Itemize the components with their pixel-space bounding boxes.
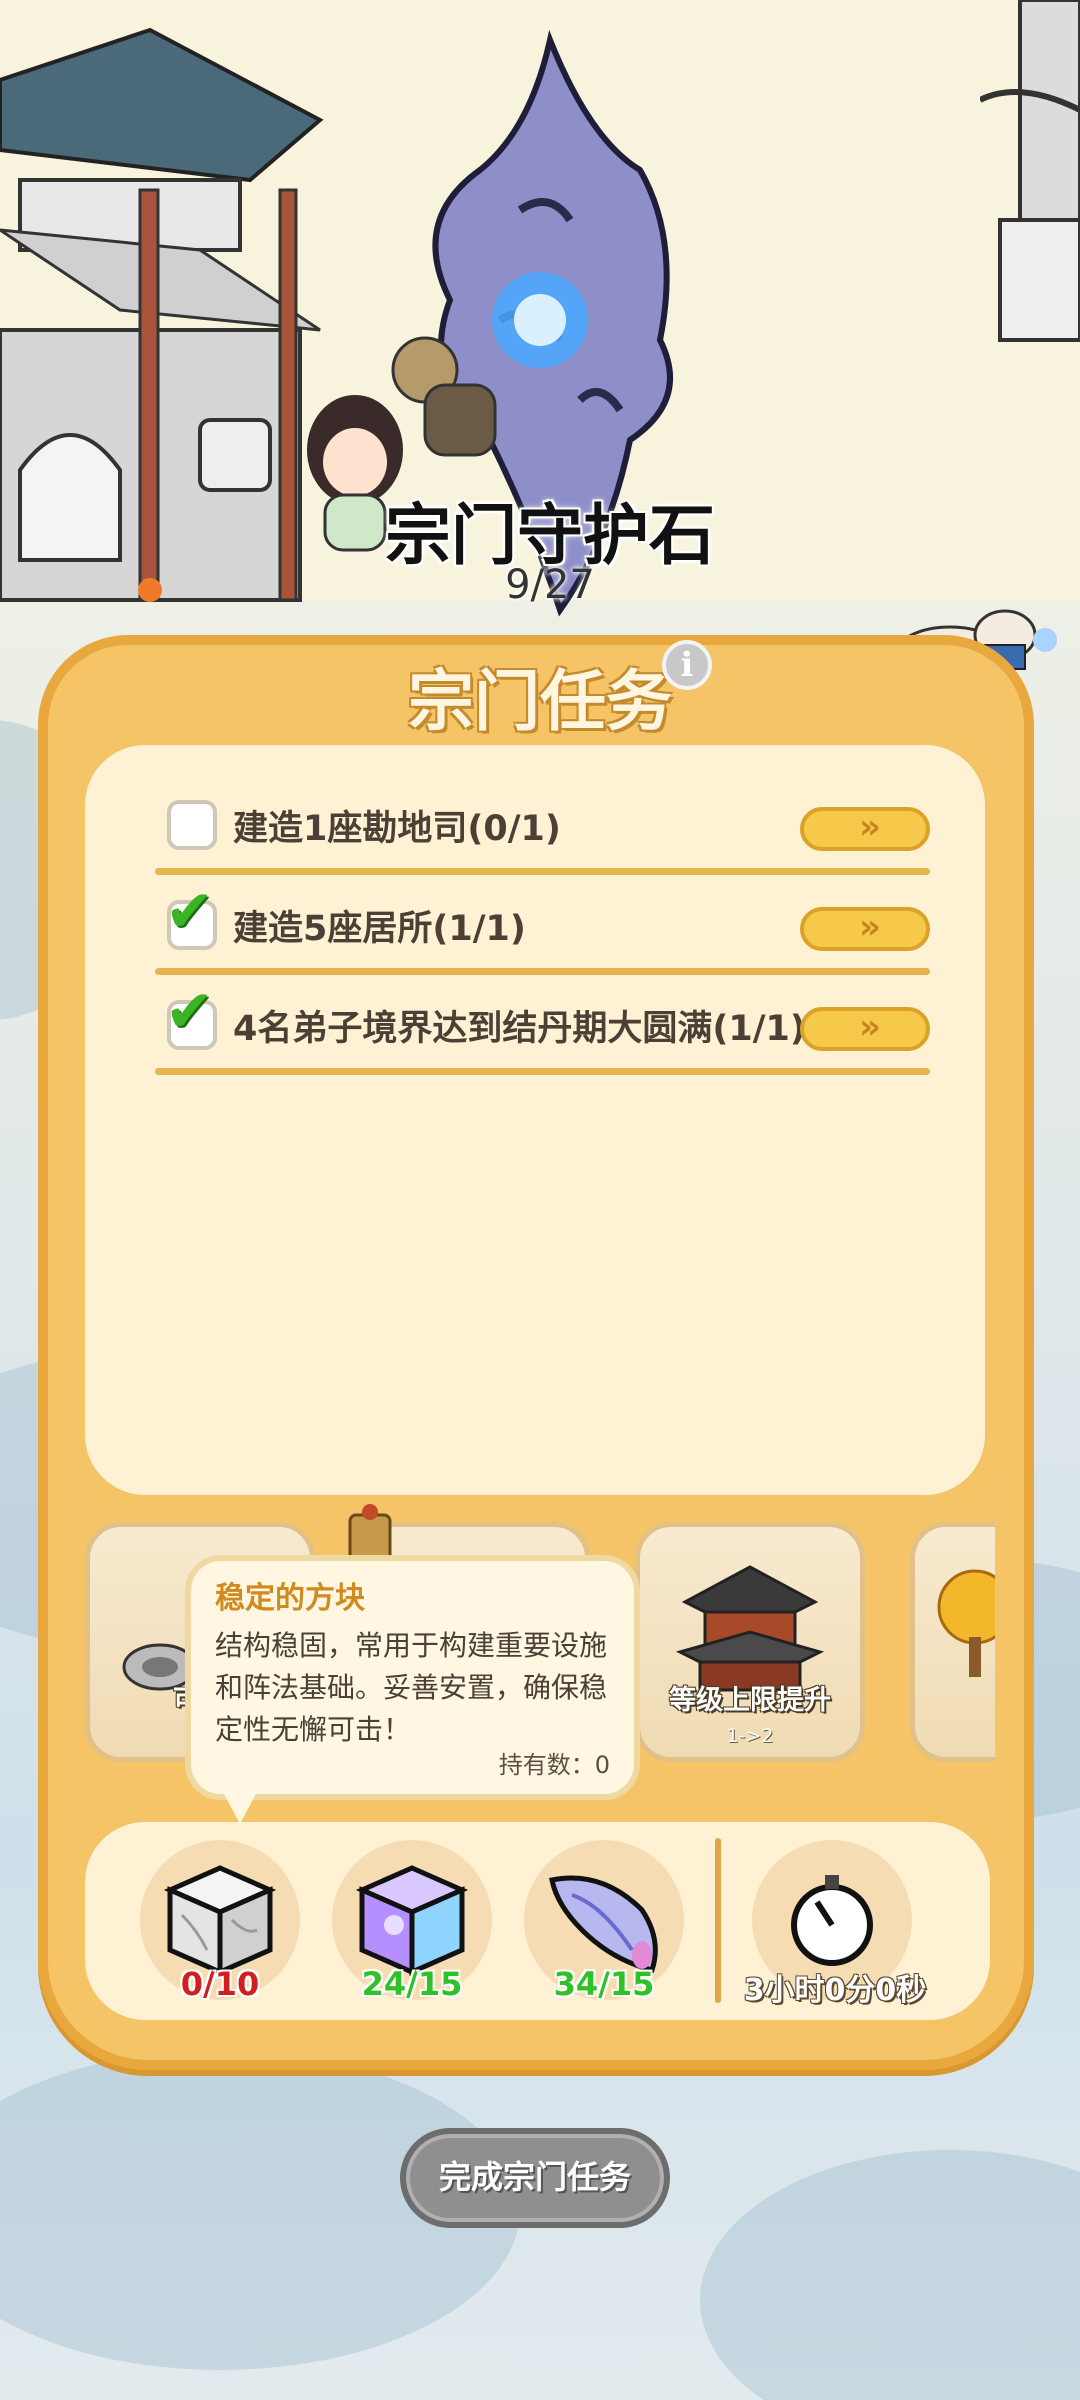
timer-text: 3小时0分0秒	[743, 1973, 927, 2008]
tooltip-tail	[222, 1790, 258, 1824]
material-count: 24/15	[361, 1965, 463, 2003]
task-row: ✔ 4名弟子境界达到结丹期大圆满(1/1) »	[155, 977, 930, 1075]
checkbox-unchecked	[167, 800, 217, 850]
hall-building-icon	[675, 1565, 825, 1692]
card-sub: 1->2	[726, 1725, 774, 1747]
task-text: 建造1座勘地司(0/1)	[233, 809, 561, 849]
task-row: ✔ 建造5座居所(1/1) »	[155, 877, 930, 975]
tooltip-holding-count: 持有数：0	[498, 1751, 610, 1779]
monk-character[interactable]	[385, 330, 515, 470]
task-text: 4名弟子境界达到结丹期大圆满(1/1)	[233, 1009, 806, 1049]
go-button[interactable]: »	[800, 807, 930, 851]
task-text: 建造5座居所(1/1)	[233, 909, 526, 949]
material-count: 34/15	[553, 1965, 655, 2003]
item-tooltip: 稳定的方块 结构稳固，常用于构建重要设施和阵法基础。妥善安置，确保稳定性无懈可击…	[185, 1555, 640, 1800]
reward-card[interactable]: 等级上限提升 1->2	[635, 1522, 865, 1762]
check-icon: ✔	[165, 877, 214, 945]
divider	[715, 1838, 721, 2003]
go-button[interactable]: »	[800, 1007, 930, 1051]
go-button[interactable]: »	[800, 907, 930, 951]
crystal-shard-icon	[549, 1875, 658, 1973]
stone-cube-icon	[163, 1865, 277, 1976]
tooltip-title: 稳定的方块	[215, 1581, 365, 1616]
pavilion-building[interactable]	[0, 0, 340, 660]
crystal-cube-icon	[355, 1865, 469, 1976]
card-label: 等级	[915, 1678, 995, 1717]
complete-task-button[interactable]: 完成宗门任务	[400, 2128, 670, 2228]
check-icon: ✔	[165, 977, 214, 1045]
card-label: 等级上限提升	[669, 1685, 831, 1716]
panel-title: 宗门任务	[408, 663, 672, 740]
tooltip-description: 结构稳固，常用于构建重要设施和阵法基础。妥善安置，确保稳定性无懈可击！	[215, 1629, 608, 1746]
guardian-stone-progress: 9/27	[505, 562, 595, 608]
info-icon[interactable]: i	[662, 640, 712, 690]
reward-card[interactable]: 等级	[910, 1522, 995, 1762]
stopwatch-icon	[791, 1875, 873, 1966]
gold-tree-icon	[937, 1569, 995, 1677]
material-count: 0/10	[180, 1965, 260, 2003]
task-row: 建造1座勘地司(0/1) »	[155, 785, 930, 875]
right-building[interactable]	[980, 0, 1080, 360]
